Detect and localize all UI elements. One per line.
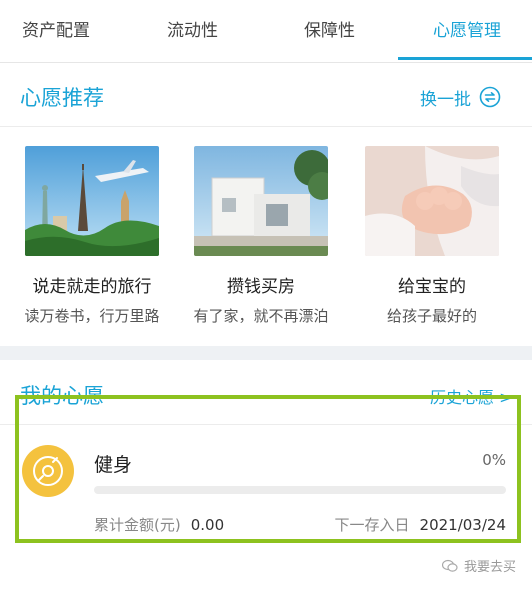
refresh-label: 换一批 xyxy=(420,89,471,110)
tab-protection[interactable]: 保障性 xyxy=(304,16,355,41)
my-wishes-header: 我的心愿 历史心愿 > xyxy=(0,360,532,424)
wish-progress-bar xyxy=(94,486,506,494)
baby-image xyxy=(365,146,499,256)
accumulated-amount-label: 累计金额(元) xyxy=(94,516,181,534)
recommend-card-title: 给宝宝的 xyxy=(398,277,466,297)
house-image xyxy=(194,146,328,256)
travel-image xyxy=(25,146,159,256)
tab-liquidity[interactable]: 流动性 xyxy=(167,16,218,41)
my-wishes-title: 我的心愿 xyxy=(20,384,104,408)
next-deposit-value: 2021/03/24 xyxy=(419,516,506,534)
recommend-card-travel[interactable]: 说走就走的旅行 读万卷书，行万里路 xyxy=(12,146,172,326)
wish-recommend-header: 心愿推荐 换一批 xyxy=(0,62,532,127)
recommend-card-subtitle: 给孩子最好的 xyxy=(386,307,477,325)
recommend-card-house[interactable]: 攒钱买房 有了家，就不再漂泊 xyxy=(181,146,341,326)
watermark: 我要去买 xyxy=(442,556,516,575)
section-divider xyxy=(0,346,532,360)
accumulated-amount: 累计金额(元) 0.00 xyxy=(94,514,224,535)
recommend-card-title: 说走就走的旅行 xyxy=(32,277,152,297)
accumulated-amount-value: 0.00 xyxy=(190,516,225,534)
recommend-card-subtitle: 读万卷书，行万里路 xyxy=(24,307,160,325)
wish-recommend-title: 心愿推荐 xyxy=(20,86,104,110)
active-tab-indicator xyxy=(398,57,532,60)
next-deposit-date: 下一存入日 2021/03/24 xyxy=(335,514,506,535)
fitness-icon xyxy=(22,445,74,497)
recommend-card-subtitle: 有了家，就不再漂泊 xyxy=(193,307,329,325)
history-wishes-link[interactable]: 历史心愿 > xyxy=(430,384,513,408)
tab-wish-management[interactable]: 心愿管理 xyxy=(433,16,501,41)
wish-card-fitness[interactable]: 健身 0% 累计金额(元) 0.00 下一存入日 2021/03/24 xyxy=(0,424,532,551)
recommend-cards: 说走就走的旅行 读万卷书，行万里路 攒钱买房 有了家，就不再漂泊 给宝宝的 给孩… xyxy=(0,126,532,346)
recommend-card-baby[interactable]: 给宝宝的 给孩子最好的 xyxy=(352,146,512,326)
watermark-text: 我要去买 xyxy=(464,560,517,575)
recommend-card-title: 攒钱买房 xyxy=(227,277,295,297)
tab-bar: 资产配置 流动性 保障性 心愿管理 xyxy=(0,0,532,63)
refresh-icon xyxy=(479,86,501,108)
wish-progress-percent: 0% xyxy=(482,451,506,469)
wechat-icon xyxy=(442,559,458,572)
tab-asset-allocation[interactable]: 资产配置 xyxy=(22,16,90,41)
refresh-batch-button[interactable]: 换一批 xyxy=(420,84,501,110)
next-deposit-label: 下一存入日 xyxy=(334,516,410,534)
wish-name: 健身 xyxy=(94,454,133,476)
